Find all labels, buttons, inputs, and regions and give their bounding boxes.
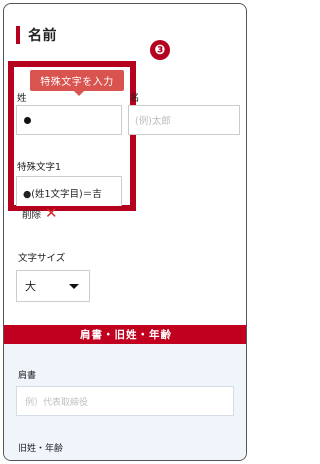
section-header: 名前	[16, 26, 57, 44]
close-icon: ✕	[45, 204, 58, 222]
font-size-label: 文字サイズ	[18, 253, 66, 264]
special-char-dot-icon	[24, 116, 31, 124]
katagaki-input[interactable]: 例）代表取締役	[16, 386, 234, 416]
sei-input[interactable]	[16, 105, 122, 135]
kyusei-age-label: 旧姓・年齢	[18, 444, 64, 454]
title-age-band: 肩書・旧姓・年齢	[4, 325, 246, 344]
special-char-label: 特殊文字1	[17, 162, 62, 173]
delete-label: 削除	[22, 209, 42, 221]
katagaki-label: 肩書	[18, 371, 37, 381]
section-title: 名前	[28, 28, 57, 44]
tooltip-special-char: 特殊文字を入力	[30, 70, 124, 96]
phone-frame: 名前 ❸ 特殊文字を入力 姓 名 (例)太郎 特殊文字1 ●(姓1文字目)＝吉 …	[3, 3, 247, 461]
mei-input[interactable]: (例)太郎	[128, 105, 240, 135]
section-accent-bar	[16, 26, 20, 44]
chevron-down-icon	[69, 283, 79, 289]
step-number-badge: ❸	[150, 40, 170, 60]
special-char-input[interactable]: ●(姓1文字目)＝吉	[16, 176, 122, 206]
mei-label: 名	[130, 93, 140, 104]
delete-button[interactable]: 削除 ✕	[22, 206, 58, 221]
font-size-value: 大	[25, 280, 36, 293]
sei-label: 姓	[17, 93, 27, 104]
font-size-select[interactable]: 大	[16, 270, 90, 302]
